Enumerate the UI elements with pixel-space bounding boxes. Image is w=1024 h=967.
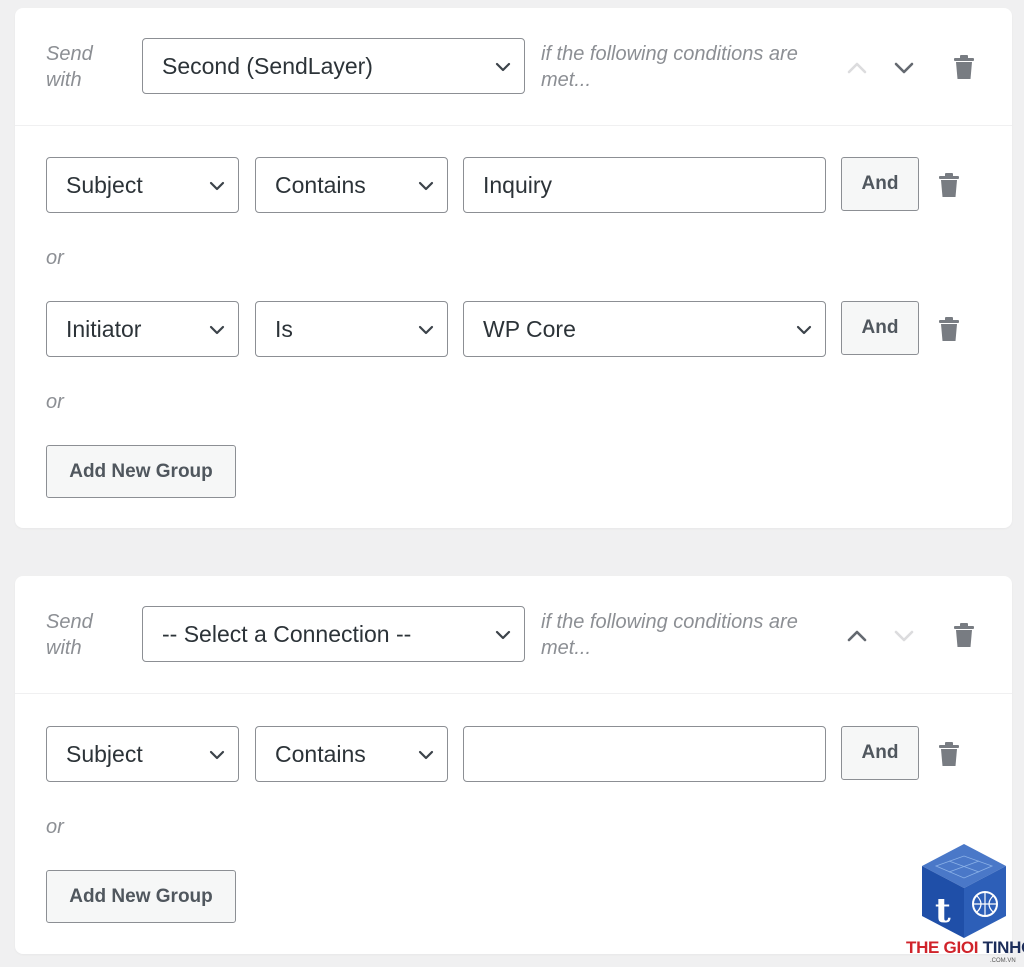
or-separator: or — [46, 816, 64, 838]
move-up-button[interactable] — [844, 623, 870, 649]
condition-field-select[interactable]: Subject — [46, 726, 239, 782]
move-down-button[interactable] — [891, 55, 917, 81]
rule-header: Send with Second (SendLayer) if the foll… — [15, 8, 1012, 126]
chevron-up-icon — [844, 55, 870, 81]
condition-value-input[interactable] — [463, 726, 826, 782]
add-new-group-button[interactable]: Add New Group — [46, 445, 236, 498]
delete-condition-button[interactable] — [938, 741, 960, 767]
chevron-down-icon — [208, 177, 226, 195]
and-button[interactable]: And — [841, 157, 919, 211]
chevron-down-icon — [417, 321, 435, 339]
condition-row: Initiator Is WP Core And — [15, 301, 1012, 359]
condition-value-text: WP Core — [483, 316, 576, 342]
condition-row: Subject Contains Inquiry And — [15, 157, 1012, 215]
brand-domain: .COM.VN — [990, 958, 1016, 964]
condition-field-select[interactable]: Subject — [46, 157, 239, 213]
and-button[interactable]: And — [841, 301, 919, 355]
chevron-down-icon — [494, 626, 512, 644]
chevron-down-icon — [891, 623, 917, 649]
condition-row: Subject Contains And — [15, 726, 1012, 784]
delete-rule-button[interactable] — [953, 54, 975, 80]
move-up-button[interactable] — [844, 55, 870, 81]
condition-operator-select[interactable]: Contains — [255, 726, 448, 782]
chevron-down-icon — [891, 55, 917, 81]
condition-operator-select[interactable]: Contains — [255, 157, 448, 213]
condition-operator-value: Contains — [275, 741, 366, 767]
chevron-up-icon — [844, 623, 870, 649]
brand-wordmark: THE GIOI TINHOC — [906, 938, 1024, 957]
routing-rule-card: Send with -- Select a Connection -- if t… — [15, 576, 1012, 954]
condition-field-value: Initiator — [66, 316, 142, 342]
condition-operator-select[interactable]: Is — [255, 301, 448, 357]
condition-value-input[interactable]: Inquiry — [463, 157, 826, 213]
chevron-down-icon — [417, 177, 435, 195]
chevron-down-icon — [208, 321, 226, 339]
chevron-down-icon — [417, 746, 435, 764]
and-button[interactable]: And — [841, 726, 919, 780]
trash-icon — [938, 317, 960, 346]
connection-select[interactable]: Second (SendLayer) — [142, 38, 525, 94]
send-with-label: Send with — [46, 611, 93, 659]
delete-rule-button[interactable] — [953, 622, 975, 648]
condition-field-value: Subject — [66, 172, 143, 198]
condition-value-select[interactable]: WP Core — [463, 301, 826, 357]
trash-icon — [953, 623, 975, 652]
rule-header: Send with -- Select a Connection -- if t… — [15, 576, 1012, 694]
conditions-hint: if the following conditions are met... — [541, 611, 798, 659]
condition-value-text: Inquiry — [483, 172, 553, 198]
send-with-label: Send with — [46, 43, 93, 91]
connection-select-value: Second (SendLayer) — [162, 53, 373, 79]
delete-condition-button[interactable] — [938, 172, 960, 198]
condition-field-select[interactable]: Initiator — [46, 301, 239, 357]
trash-icon — [938, 173, 960, 202]
connection-select[interactable]: -- Select a Connection -- — [142, 606, 525, 662]
trash-icon — [953, 55, 975, 84]
chevron-down-icon — [208, 746, 226, 764]
condition-operator-value: Is — [275, 316, 293, 342]
condition-operator-value: Contains — [275, 172, 366, 198]
chevron-down-icon — [494, 58, 512, 76]
svg-text:t: t — [935, 891, 951, 931]
chevron-down-icon — [795, 321, 813, 339]
connection-select-value: -- Select a Connection -- — [162, 621, 412, 647]
add-new-group-button[interactable]: Add New Group — [46, 870, 236, 923]
condition-field-value: Subject — [66, 741, 143, 767]
delete-condition-button[interactable] — [938, 316, 960, 342]
or-separator: or — [46, 391, 64, 413]
routing-rule-card: Send with Second (SendLayer) if the foll… — [15, 8, 1012, 528]
or-separator: or — [46, 247, 64, 269]
conditions-hint: if the following conditions are met... — [541, 43, 798, 91]
move-down-button[interactable] — [891, 623, 917, 649]
trash-icon — [938, 742, 960, 771]
